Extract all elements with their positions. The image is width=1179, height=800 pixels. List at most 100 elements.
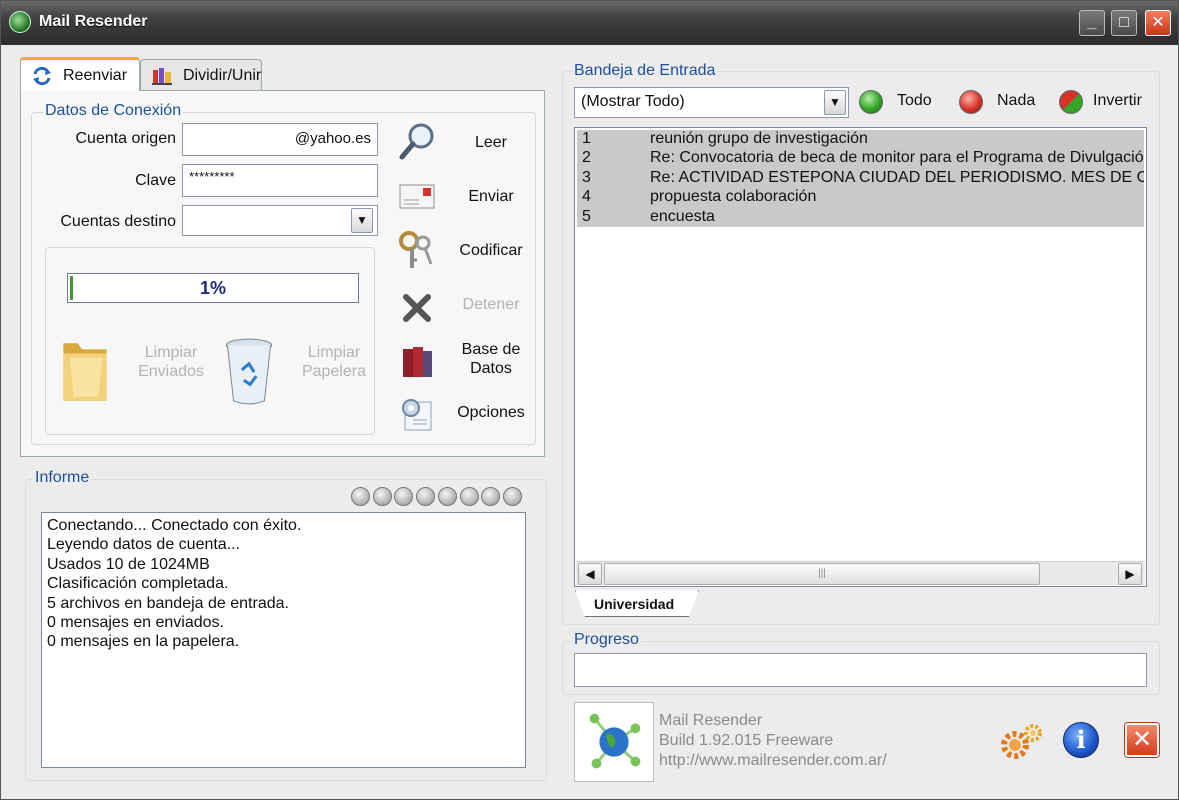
options-gear-icon [402,399,432,431]
list-item[interactable]: 5 encuesta [577,207,1144,227]
list-item[interactable]: 4 propuesta colaboración [577,188,1144,208]
bandeja-legend: Bandeja de Entrada [572,62,718,80]
status-led-icon [459,487,479,506]
list-item[interactable]: 2 Re: Convocatoria de beca de monitor pa… [577,149,1144,169]
message-subject: encuesta [650,207,715,225]
maximize-button[interactable]: □ [1111,10,1137,36]
stop-x-icon [403,294,431,322]
label-line: Limpiar [144,344,198,361]
minimize-button[interactable]: _ [1079,10,1105,36]
message-list[interactable]: 1 reunión grupo de investigación 2 Re: C… [574,127,1147,587]
progress-percent: 1% [199,278,226,298]
log-line: 5 archivos en bandeja de entrada. [47,594,289,612]
message-number: 2 [582,149,591,167]
cuenta-origen-label: Cuenta origen [75,130,176,147]
codificar-label: Codificar [459,242,523,259]
leer-label: Leer [474,134,508,151]
message-number: 3 [582,168,591,186]
reenviar-panel: Datos de Conexión Cuenta origen @yahoo.e… [20,90,545,457]
scroll-left-button[interactable]: ◀ [578,563,602,585]
limpiar-enviados-button[interactable]: Limpiar Enviados [59,331,209,411]
cuentas-destino-select[interactable] [182,205,378,236]
informe-legend: Informe [33,469,92,487]
reenvio-progress-bar: 1% [67,273,359,303]
list-item[interactable]: 1 reunión grupo de investigación [577,130,1144,150]
base-datos-button[interactable]: Base de Datos [391,335,541,385]
enviar-button[interactable]: Enviar [391,172,541,222]
message-list-hscrollbar[interactable]: ◀ ||| ▶ [576,561,1145,585]
cuentas-destino-dropdown-button[interactable]: ▼ [351,208,373,233]
title-bar[interactable]: Mail Resender _ □ ✕ [1,1,1178,45]
database-books-icon [403,347,432,377]
bandeja-filter-dropdown-button[interactable]: ▼ [824,90,846,115]
label-line: Base de [461,341,521,358]
label-line: Papelera [301,363,367,380]
cuenta-origen-input[interactable]: @yahoo.es [182,123,378,156]
informe-log: Conectando... Conectado con éxito. Leyen… [41,512,526,768]
limpiar-papelera-button[interactable]: Limpiar Papelera [221,331,371,411]
refresh-arrows-icon [33,66,51,86]
enviar-label: Enviar [468,188,514,205]
log-line: Conectando... Conectado con éxito. [47,517,302,534]
limpiar-enviados-label: Limpiar Enviados [129,343,213,381]
leer-button[interactable]: Leer [391,118,541,168]
cuentas-destino-label: Cuentas destino [60,213,176,230]
app-logo [574,702,654,782]
tab-label: Dividir/Unir [183,67,262,84]
bandeja-filter-select[interactable]: (Mostrar Todo) [574,87,849,118]
message-subject: reunión grupo de investigación [650,130,868,147]
label-line: Datos [470,360,512,377]
tab-reenviar[interactable]: Reenviar [20,57,140,91]
info-icon: i [1076,725,1086,754]
clave-input[interactable]: ********* [182,164,378,197]
status-led-icon [502,487,522,506]
split-merge-icon [152,68,172,85]
invert-selection-button[interactable] [1059,90,1083,114]
log-line: Leyendo datos de cuenta... [47,536,241,554]
nada-label: Nada [997,92,1036,109]
base-datos-label: Base de Datos [443,340,539,378]
todo-label: Todo [897,92,932,109]
message-subject: propuesta colaboración [650,188,817,206]
close-icon: ✕ [1131,726,1153,753]
detener-button[interactable]: Detener [391,280,541,330]
label-line: Limpiar [307,344,361,361]
chevron-left-icon: ◀ [585,567,595,581]
keys-icon [399,231,433,268]
window-title: Mail Resender [39,13,148,30]
scroll-right-button[interactable]: ▶ [1118,563,1142,585]
scroll-thumb[interactable]: ||| [604,563,1040,585]
envelope-icon [399,184,435,209]
status-led-icon [437,487,457,506]
exit-button[interactable]: ✕ [1125,723,1159,757]
message-subject: Re: Convocatoria de beca de monitor para… [650,149,1144,167]
status-led-icon [372,487,392,506]
clave-label: Clave [135,172,176,189]
message-number: 4 [582,188,591,206]
message-subject: Re: ACTIVIDAD ESTEPONA CIUDAD DEL PERIOD… [650,168,1144,186]
globe-logo-icon [589,713,641,769]
status-led-icon [416,487,436,506]
opciones-button[interactable]: Opciones [391,388,541,438]
select-all-button[interactable] [859,90,883,114]
about-url[interactable]: http://www.mailresender.com.ar/ [659,751,887,771]
folder-icon [63,343,107,401]
magnifier-icon [399,123,434,160]
codificar-button[interactable]: Codificar [391,226,541,276]
app-logo-icon [9,11,31,33]
about-app-name: Mail Resender [659,712,763,729]
list-item[interactable]: 3 Re: ACTIVIDAD ESTEPONA CIUDAD DEL PERI… [577,168,1144,189]
info-button[interactable]: i [1063,722,1099,758]
close-window-button[interactable]: ✕ [1145,10,1171,36]
tab-dividir-unir[interactable]: Dividir/Unir [140,59,262,91]
settings-button[interactable] [999,721,1045,761]
select-none-button[interactable] [959,90,983,114]
label-line: Enviados [138,363,204,380]
tab-label: Reenviar [63,67,128,84]
datos-conexion-legend: Datos de Conexión [43,102,184,120]
log-line: 0 mensajes en la papelera. [47,633,240,651]
recycle-bin-icon [225,338,273,405]
about-build: Build 1.92.015 Freeware [659,732,834,749]
message-number: 5 [582,207,591,225]
folder-tab-universidad[interactable]: Universidad [575,590,699,617]
